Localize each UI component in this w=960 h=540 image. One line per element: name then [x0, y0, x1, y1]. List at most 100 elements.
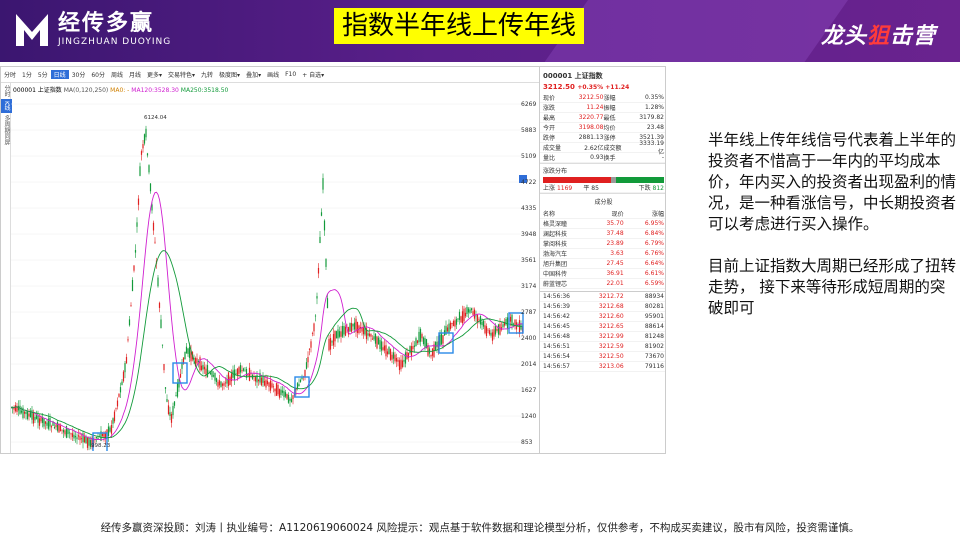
toolbar-item[interactable]: 画线 — [264, 70, 282, 79]
sector-row[interactable]: 掌阅科技 23.89 6.79% — [540, 239, 665, 249]
sector-cell: 37.48 — [606, 230, 624, 237]
candle-body — [61, 429, 63, 431]
toolbar-item[interactable]: F10 — [282, 71, 299, 78]
candle-body — [376, 336, 378, 349]
toolbar-item[interactable]: 叠加▾ — [243, 70, 264, 79]
candle-body — [142, 144, 144, 149]
peak-label: 6124.04 — [144, 115, 167, 121]
brand-text-x: 狙 — [866, 24, 890, 49]
toolbar-item[interactable]: 九转 — [198, 70, 216, 79]
candle-body — [304, 369, 306, 377]
ma0-label: MA0: - — [110, 87, 130, 94]
candle-body — [211, 371, 213, 377]
sector-row[interactable]: 渤海汽车 3.63 6.76% — [540, 249, 665, 259]
candle-body — [200, 365, 203, 371]
quote-change: +0.35% +11.24 — [577, 84, 630, 91]
candle-body — [173, 401, 176, 406]
candle-body — [101, 433, 104, 437]
candle-body — [140, 151, 143, 155]
candle-body — [212, 375, 215, 377]
candle-body — [509, 316, 512, 322]
left-tabs: 分时 K线 多周期同屏 — [1, 83, 12, 453]
ma120-line — [11, 191, 523, 441]
toolbar-item[interactable]: 月线 — [126, 70, 144, 79]
candle-body — [467, 308, 470, 313]
candle-body — [487, 329, 489, 331]
toolbar-item[interactable]: 1分 — [19, 70, 35, 79]
candle-body — [440, 333, 443, 345]
candle-body — [137, 198, 140, 205]
candle-body — [275, 383, 278, 396]
candle-body — [157, 277, 159, 287]
ma-params: MA(0,120,250) — [63, 87, 109, 94]
candle-body — [338, 331, 341, 337]
candle-body — [145, 128, 147, 138]
candle-body — [122, 371, 125, 382]
candle-body — [125, 357, 128, 364]
candle-body — [313, 323, 315, 332]
price-tick: 5883 — [521, 127, 537, 134]
candle-body — [478, 319, 480, 321]
candle-body — [281, 390, 284, 393]
tick-row: 14:56:45 3212.65 88614 — [540, 322, 665, 332]
candle-body — [272, 386, 275, 388]
candle-body — [451, 323, 453, 325]
tick-cell: 3212.72 — [598, 293, 624, 300]
kline-chart[interactable]: 6124.04 998.23 — [11, 95, 527, 451]
candle-body — [26, 410, 29, 419]
toolbar-item[interactable]: 日线 — [50, 70, 69, 79]
sector-row[interactable]: 旭升集团 27.45 6.64% — [540, 259, 665, 269]
candle-body — [53, 427, 56, 429]
candle-body — [64, 430, 66, 435]
sector-row[interactable]: 澜起科技 37.48 6.84% — [540, 229, 665, 239]
candle-body — [239, 365, 242, 373]
tick-cell: 73670 — [644, 353, 664, 360]
price-tick: 3174 — [521, 283, 537, 290]
candle-body — [328, 339, 330, 351]
candle-body — [383, 345, 386, 351]
candle-body — [320, 212, 323, 216]
sector-row[interactable]: 蔚蓝锂芯 22.01 6.59% — [540, 279, 665, 289]
candle-body — [172, 406, 174, 416]
sector-row[interactable]: 中国科传 36.91 6.61% — [540, 269, 665, 279]
candle-body — [179, 373, 182, 378]
toolbar-item[interactable]: 极度图▾ — [216, 70, 243, 79]
toolbar-item[interactable]: 更多▾ — [144, 70, 165, 79]
candle-body — [490, 332, 492, 336]
quote-row: 现价 3212.50 涨幅 0.35% — [540, 93, 665, 103]
quote-cell: 涨幅 — [603, 95, 616, 102]
candle-body — [512, 323, 515, 325]
candle-body — [44, 421, 47, 424]
toolbar-item[interactable]: 交易特色▾ — [165, 70, 198, 79]
candle-body — [329, 338, 332, 350]
candle-body — [448, 323, 450, 334]
toolbar-item[interactable]: + 自选▾ — [299, 70, 327, 79]
quote-cell: 2.62亿 — [584, 145, 604, 152]
candle-body — [176, 382, 179, 397]
toolbar-item[interactable]: 60分 — [88, 70, 108, 79]
candle-body — [146, 153, 149, 156]
toolbar-item[interactable]: 30分 — [69, 70, 89, 79]
sector-cell: 6.61% — [644, 270, 664, 277]
tick-row: 14:56:57 3213.06 79116 — [540, 362, 665, 372]
toolbar-item[interactable]: 5分 — [35, 70, 51, 79]
candle-body — [235, 373, 237, 375]
candle-body — [473, 309, 476, 319]
toolbar-item[interactable]: 分时 — [1, 70, 19, 79]
candle-body — [209, 372, 212, 375]
candle-body — [284, 392, 287, 397]
logo-mark-icon — [16, 14, 48, 46]
candle-body — [148, 165, 150, 173]
price-tick: 2400 — [521, 335, 537, 342]
candle-body — [325, 258, 327, 267]
sector-row[interactable]: 格灵深瞳 35.70 6.95% — [540, 219, 665, 229]
candle-body — [170, 414, 173, 423]
candle-body — [290, 398, 293, 403]
tick-cell: 3213.06 — [598, 363, 624, 370]
quote-cell: 3220.77 — [578, 114, 604, 121]
quote-cell: 3179.82 — [639, 114, 664, 121]
candle-body — [326, 298, 329, 309]
flat-label: 平 85 — [583, 185, 599, 192]
sector-cell: 格灵深瞳 — [543, 221, 568, 228]
toolbar-item[interactable]: 周线 — [108, 70, 126, 79]
